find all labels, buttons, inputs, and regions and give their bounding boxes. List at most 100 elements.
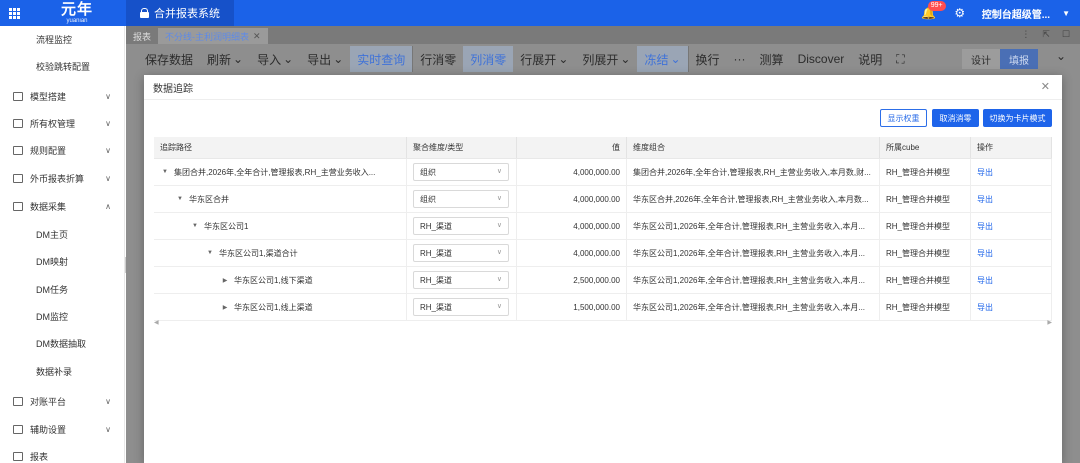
sidebar-item[interactable]: 所有权管理 ∨	[0, 113, 125, 133]
aggregation-select[interactable]: 组织 ∨	[413, 163, 509, 181]
toolbar-button-label: 实时查询	[357, 52, 406, 67]
horizontal-scrollbar[interactable]: ◀ ▶	[154, 318, 1052, 326]
export-link[interactable]: 导出	[977, 248, 993, 259]
more-icon[interactable]: ⋮	[1021, 29, 1030, 40]
toolbar-button[interactable]: 刷新 ⌄	[200, 46, 250, 72]
sidebar-item[interactable]: DM任务	[0, 279, 125, 299]
show-weight-button[interactable]: 显示权重	[880, 109, 927, 127]
toolbar-button[interactable]: 导出 ⌄	[300, 46, 350, 72]
scroll-left-icon[interactable]: ◀	[154, 319, 159, 326]
caret-down-icon[interactable]: ▼	[192, 223, 198, 229]
aggregation-select[interactable]: RH_渠道 ∨	[413, 298, 509, 316]
book-icon	[13, 451, 23, 461]
cube-cell: RH_管理合并模型	[880, 159, 971, 185]
toolbar-button-label: 列展开	[582, 52, 619, 67]
toolbar-button-label: 列消零	[470, 52, 507, 67]
chevron-down-icon: ⌄	[670, 52, 681, 66]
chevron-down-icon: ⌄	[333, 52, 344, 66]
chevron-down-icon: ⌄	[620, 52, 631, 66]
toolbar-button[interactable]: 列消零	[463, 46, 514, 72]
toolbar-button[interactable]: 说明	[851, 46, 889, 72]
caret-down-icon[interactable]: ▼	[207, 250, 213, 256]
table-row: ▶ 华东区公司1,线下渠道 RH_渠道 ∨ 2,500,000.00 华东区公司1,202…	[154, 267, 1052, 294]
tab-label: 不分线-主利润明细表	[165, 31, 250, 42]
toolbar-button[interactable]: 列展开 ⌄	[575, 46, 637, 72]
chevron-up-icon: ∧	[105, 201, 111, 211]
sidebar-item[interactable]: 数据采集 ∧	[0, 196, 125, 216]
fill-mode-button[interactable]: 填报	[1000, 49, 1038, 69]
switch-card-mode-button[interactable]: 切换为卡片模式	[983, 109, 1052, 127]
toolbar-button[interactable]: 保存数据	[138, 46, 200, 72]
toolbar-button[interactable]: 测算	[753, 46, 791, 72]
export-link[interactable]: 导出	[977, 167, 993, 178]
chevron-down-icon[interactable]: ▼	[1062, 9, 1070, 18]
chevron-down-icon[interactable]: ⌄	[1056, 49, 1066, 63]
sidebar-item[interactable]: 辅助设置 ∨	[0, 419, 125, 439]
toolbar-button-label: Discover	[797, 52, 845, 66]
export-link[interactable]: 导出	[977, 194, 993, 205]
sidebar-item[interactable]: 数据补录	[0, 361, 125, 381]
aggregation-select[interactable]: RH_渠道 ∨	[413, 244, 509, 262]
cancel-zero-button[interactable]: 取消消零	[932, 109, 979, 127]
sidebar-item[interactable]: DM数据抽取	[0, 333, 125, 353]
toolbar-button[interactable]: Discover	[791, 46, 852, 72]
aggregation-value: RH_渠道	[420, 302, 453, 312]
design-mode-button[interactable]: 设计	[962, 49, 1000, 69]
expand-icon[interactable]: ⇱	[1042, 29, 1050, 40]
caret-down-icon[interactable]: ▼	[177, 196, 183, 202]
sidebar-item[interactable]: DM映射	[0, 251, 125, 271]
chevron-down-icon: ∨	[496, 222, 502, 229]
toolbar-button[interactable]: 行展开 ⌄	[513, 46, 575, 72]
window-icon[interactable]: ☐	[1062, 29, 1070, 40]
book-icon	[13, 118, 23, 128]
toolbar-button[interactable]: 冻结 ⌄	[637, 46, 688, 72]
toolbar-button-label: 测算	[759, 52, 784, 67]
sidebar-item[interactable]: 流程监控	[0, 29, 125, 49]
user-name[interactable]: 控制台超级管...	[982, 6, 1050, 21]
toolbar-button[interactable]: 换行	[687, 46, 727, 72]
sidebar-item[interactable]: 对账平台 ∨	[0, 391, 125, 411]
column-header: 所属cube	[880, 137, 971, 158]
app-grid-button[interactable]	[0, 0, 28, 26]
trace-path-cell: ▼ 华东区公司1,渠道合计	[154, 240, 407, 266]
export-link[interactable]: 导出	[977, 275, 993, 286]
toolbar-button[interactable]: 实时查询	[350, 46, 413, 72]
system-tab[interactable]: 合并报表系统	[126, 0, 234, 26]
caret-right-icon[interactable]: ▶	[222, 277, 228, 284]
sidebar-item[interactable]: DM监控	[0, 306, 125, 326]
sidebar-item[interactable]: 校验跳转配置	[0, 56, 125, 76]
sidebar-item[interactable]: 外币报表折算 ∨	[0, 168, 125, 188]
toolbar-button[interactable]: 导入 ⌄	[250, 46, 300, 72]
trace-path-text: 华东区合并	[189, 194, 229, 204]
tab-report[interactable]: 报表	[126, 28, 158, 44]
chevron-down-icon: ⌄	[233, 52, 244, 66]
toolbar-button[interactable]: ···	[727, 46, 753, 72]
tab-profit-detail[interactable]: 不分线-主利润明细表 ✕	[158, 28, 268, 44]
toolbar-button[interactable]: 行消零	[412, 46, 463, 72]
sidebar-item[interactable]: 报表	[0, 446, 125, 463]
action-cell: 导出	[971, 159, 1052, 185]
aggregation-select[interactable]: 组织 ∨	[413, 190, 509, 208]
toolbar-button-label: 保存数据	[145, 52, 194, 67]
export-link[interactable]: 导出	[977, 302, 993, 313]
scroll-right-icon[interactable]: ▶	[1047, 319, 1052, 326]
sidebar-item-label: DM数据抽取	[36, 338, 86, 349]
aggregation-select[interactable]: RH_渠道 ∨	[413, 217, 509, 235]
aggregation-select[interactable]: RH_渠道 ∨	[413, 271, 509, 289]
export-link[interactable]: 导出	[977, 221, 993, 232]
caret-down-icon[interactable]: ▼	[162, 169, 168, 175]
close-icon[interactable]: ✕	[253, 31, 261, 42]
table-row: ▶ 华东区公司1,线上渠道 RH_渠道 ∨ 1,500,000.00 华东区公司1,202…	[154, 294, 1052, 321]
value-cell: 2,500,000.00	[517, 267, 627, 293]
settings-gear-icon[interactable]: ⚙	[950, 6, 970, 20]
trace-path-cell: ▶ 华东区公司1,线下渠道	[154, 267, 407, 293]
close-icon[interactable]: ✕	[1041, 82, 1050, 93]
caret-right-icon[interactable]: ▶	[222, 304, 228, 311]
fullscreen-icon[interactable]: ⛶	[889, 46, 911, 72]
sidebar-item[interactable]: 模型搭建 ∨	[0, 86, 125, 106]
notification-button[interactable]: 🔔 99+	[918, 0, 946, 26]
sidebar-item-label: 所有权管理	[30, 118, 76, 129]
sidebar-item[interactable]: 规则配置 ∨	[0, 140, 125, 160]
tab-label: 报表	[133, 31, 152, 42]
sidebar-item[interactable]: DM主页	[0, 224, 125, 244]
